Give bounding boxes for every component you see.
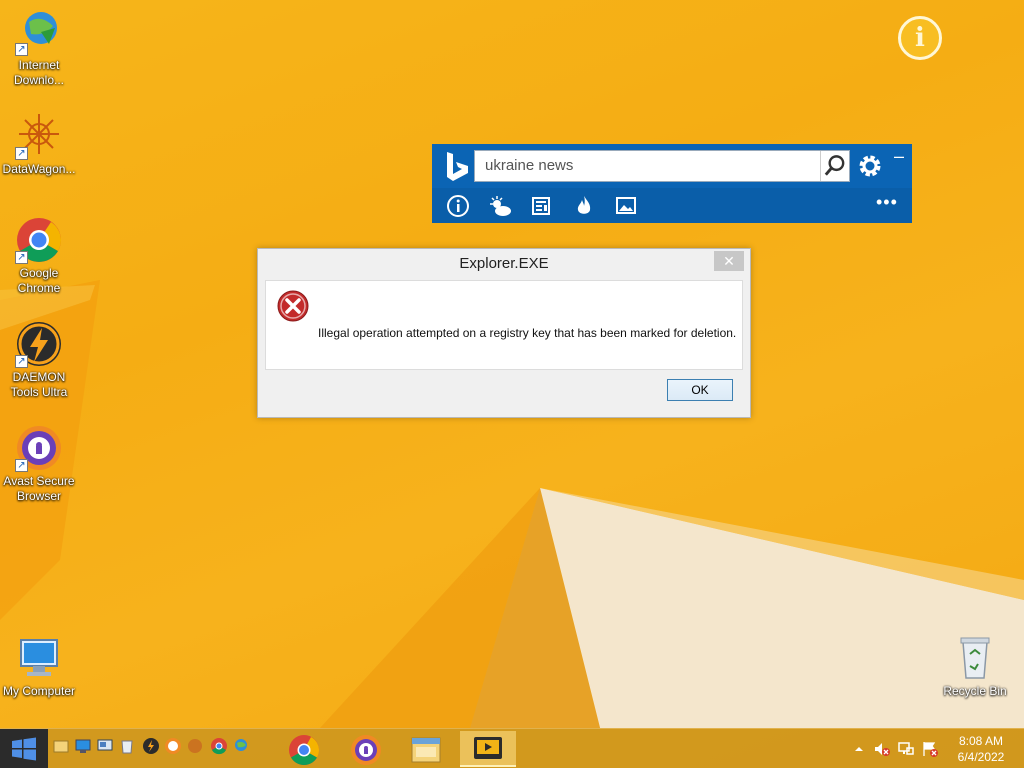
desktop-icon-label: Google Chrome xyxy=(17,266,61,295)
desktop-icon-daemon-tools[interactable]: ↗ DAEMON Tools Ultra xyxy=(0,320,78,400)
folder-icon xyxy=(411,737,441,763)
dialog-title: Explorer.EXE xyxy=(459,255,549,272)
bing-desktop-bar: ukraine news – ••• xyxy=(432,144,912,223)
recycle-bin-quick-icon[interactable] xyxy=(118,737,136,755)
action-center-icon[interactable] xyxy=(921,740,939,758)
chrome-quick-icon[interactable] xyxy=(210,737,228,755)
monitor-quick-icon[interactable] xyxy=(96,737,114,755)
taskbar: 8:08 AM 6/4/2022 xyxy=(0,728,1024,768)
taskbar-avast-browser[interactable] xyxy=(338,731,394,767)
recycle-bin-icon xyxy=(951,634,999,682)
system-clock[interactable]: 8:08 AM 6/4/2022 xyxy=(946,733,1016,765)
dialog-body: Illegal operation attempted on a registr… xyxy=(265,280,743,370)
desktop-icon-label: My Computer xyxy=(2,684,76,698)
chrome-icon: ↗ xyxy=(15,216,63,264)
desktop-icon-label: DataWagon... xyxy=(2,162,76,176)
close-button[interactable]: ✕ xyxy=(714,251,744,271)
bing-search-row: ukraine news – xyxy=(432,144,912,188)
windows-logo-icon xyxy=(12,737,36,761)
network-icon[interactable] xyxy=(897,740,915,758)
desktop-icon-avast-secure-browser[interactable]: ↗ Avast Secure Browser xyxy=(0,424,78,504)
app-quick-icon[interactable] xyxy=(186,737,204,755)
more-options-button[interactable]: ••• xyxy=(876,192,898,213)
start-button[interactable] xyxy=(0,729,48,768)
shortcut-arrow-icon: ↗ xyxy=(15,251,28,264)
datawagon-icon: ↗ xyxy=(15,112,63,160)
clock-date: 6/4/2022 xyxy=(957,750,1005,764)
info-icon[interactable]: i xyxy=(898,16,942,60)
desktop-icon-internet-download-manager[interactable]: ↗ Internet Downlo... xyxy=(0,8,78,88)
shortcut-arrow-icon: ↗ xyxy=(15,459,28,472)
minimize-button[interactable]: – xyxy=(894,146,908,166)
desktop-icon-label: DAEMON Tools Ultra xyxy=(10,370,68,399)
bing-logo-icon[interactable] xyxy=(442,150,472,182)
avast-quick-icon[interactable] xyxy=(164,737,182,755)
avast-browser-icon xyxy=(351,735,381,765)
shortcut-arrow-icon: ↗ xyxy=(15,355,28,368)
desktop-icon-google-chrome[interactable]: ↗ Google Chrome xyxy=(0,216,78,296)
bing-toolbar-row: ••• xyxy=(432,188,912,223)
volume-muted-icon[interactable] xyxy=(873,740,891,758)
show-hidden-arrow-icon[interactable] xyxy=(850,740,868,758)
search-icon[interactable] xyxy=(820,151,848,181)
idm-globe-icon: ↗ xyxy=(15,8,63,56)
trending-icon[interactable] xyxy=(572,194,596,218)
news-icon[interactable] xyxy=(530,194,554,218)
gear-icon[interactable] xyxy=(856,152,884,180)
info-icon[interactable] xyxy=(446,194,470,218)
weather-icon[interactable] xyxy=(488,194,512,218)
ok-button[interactable]: OK xyxy=(667,379,733,401)
shortcut-arrow-icon: ↗ xyxy=(15,43,28,56)
daemon-tools-quick-icon[interactable] xyxy=(142,737,160,755)
error-icon xyxy=(277,290,309,322)
computer-quick-icon[interactable] xyxy=(74,737,92,755)
taskbar-file-explorer[interactable] xyxy=(398,731,454,767)
desktop-icon-label: Recycle Bin xyxy=(943,684,1007,698)
desktop-icon-label: Internet Downlo... xyxy=(13,58,65,87)
desktop-icon-datawagon[interactable]: ↗ DataWagon... xyxy=(0,112,78,177)
computer-icon xyxy=(15,634,63,682)
error-dialog: Explorer.EXE ✕ Illegal operation attempt… xyxy=(257,248,751,418)
images-icon[interactable] xyxy=(614,194,638,218)
desktop-icon-my-computer[interactable]: My Computer xyxy=(0,634,78,699)
bing-search-value: ukraine news xyxy=(485,157,574,174)
taskbar-chrome[interactable] xyxy=(276,731,332,767)
desktop-icon-recycle-bin[interactable]: Recycle Bin xyxy=(936,634,1014,699)
bing-search-input[interactable]: ukraine news xyxy=(474,150,850,182)
desktop-icon-label: Avast Secure Browser xyxy=(3,474,75,503)
taskbar-media-app[interactable] xyxy=(460,731,516,767)
avast-browser-icon: ↗ xyxy=(15,424,63,472)
chrome-icon xyxy=(289,735,319,766)
media-player-icon xyxy=(474,737,502,759)
shortcut-arrow-icon: ↗ xyxy=(15,147,28,160)
idm-quick-icon[interactable] xyxy=(232,737,250,755)
daemon-tools-icon: ↗ xyxy=(15,320,63,368)
error-message: Illegal operation attempted on a registr… xyxy=(318,326,737,340)
explorer-quick-icon[interactable] xyxy=(52,737,70,755)
clock-time: 8:08 AM xyxy=(958,734,1004,748)
